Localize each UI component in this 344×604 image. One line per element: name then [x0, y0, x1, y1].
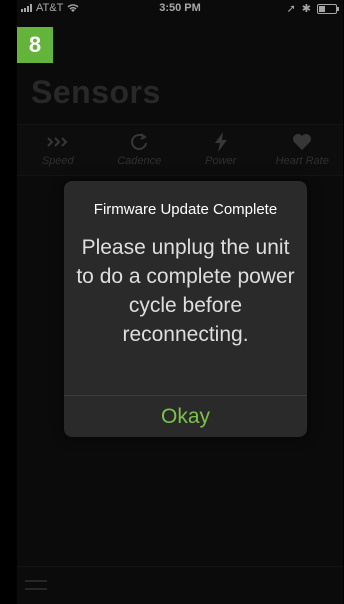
firmware-update-dialog: Firmware Update Complete Please unplug t… — [64, 181, 307, 437]
step-badge: 8 — [17, 27, 53, 63]
app-screen: AT&T 3:50 PM ➚ ✱ Sensors Speed Cadence P… — [17, 0, 343, 604]
dialog-title: Firmware Update Complete — [93, 201, 278, 218]
okay-button[interactable]: Okay — [64, 396, 307, 437]
dialog-message: Please unplug the unit to do a complete … — [76, 236, 295, 346]
